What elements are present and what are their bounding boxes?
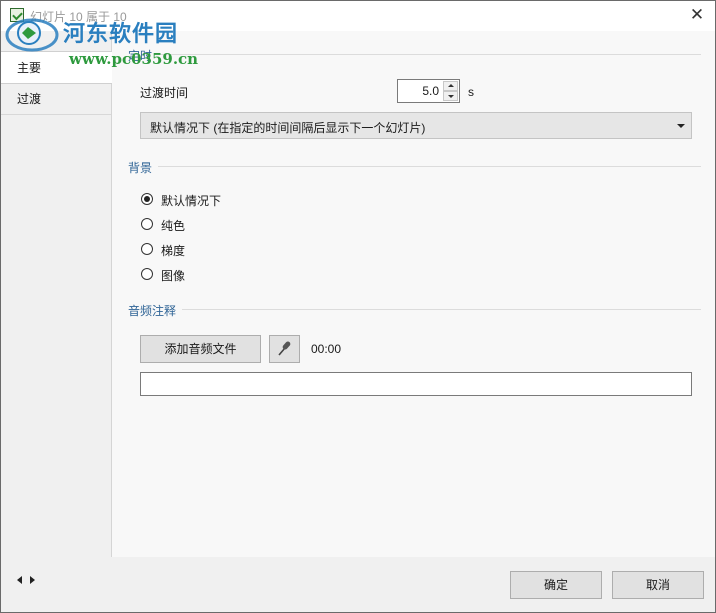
radio-default[interactable] xyxy=(141,193,153,205)
bg-option-gradient-label: 梯度 xyxy=(161,244,186,258)
timing-mode-select[interactable]: 默认情况下 (在指定的时间间隔后显示下一个幻灯片) xyxy=(140,112,692,139)
bg-option-solid-label: 纯色 xyxy=(161,219,186,233)
bg-option-default-label: 默认情况下 xyxy=(161,194,222,208)
transition-time-stepper[interactable]: 5.0 xyxy=(397,79,460,103)
record-audio-button[interactable] xyxy=(269,335,300,363)
background-divider xyxy=(158,166,701,167)
audio-time: 00:00 xyxy=(311,342,342,356)
sidebar-item-transition[interactable]: 过渡 xyxy=(1,84,111,115)
microphone-icon xyxy=(278,341,291,356)
transition-time-value[interactable]: 5.0 xyxy=(422,84,439,98)
chevron-down-icon xyxy=(677,124,685,128)
app-icon xyxy=(10,8,24,22)
stepper-down-icon[interactable] xyxy=(443,91,458,101)
audio-file-field[interactable] xyxy=(140,372,692,396)
next-slide-icon[interactable] xyxy=(30,576,35,584)
window-title: 幻灯片 10 属于 10 xyxy=(30,10,127,24)
transition-time-label: 过渡时间 xyxy=(140,86,189,100)
sidebar-item-main[interactable]: 主要 xyxy=(1,51,112,84)
background-section-title: 背景 xyxy=(128,161,153,175)
bg-option-image-label: 图像 xyxy=(161,269,186,283)
stepper-buttons xyxy=(443,81,458,101)
timing-divider xyxy=(158,54,701,55)
dialog-footer: 确定 取消 xyxy=(1,557,715,612)
radio-solid[interactable] xyxy=(141,218,153,230)
sidebar: 主要 过渡 xyxy=(1,31,112,557)
audio-divider xyxy=(182,309,701,310)
previous-slide-icon[interactable] xyxy=(17,576,22,584)
title-bar: 幻灯片 10 属于 10 ✕ xyxy=(1,1,715,31)
stepper-up-icon[interactable] xyxy=(443,81,458,91)
close-button[interactable]: ✕ xyxy=(687,5,707,25)
timing-mode-value: 默认情况下 (在指定的时间间隔后显示下一个幻灯片) xyxy=(150,121,426,135)
timing-section-title: 定时 xyxy=(128,49,153,63)
slide-properties-dialog: 幻灯片 10 属于 10 ✕ 主要 过渡 定时 过渡时间 5.0 s 默认情况下… xyxy=(0,0,716,613)
radio-gradient[interactable] xyxy=(141,243,153,255)
ok-button[interactable]: 确定 xyxy=(510,571,602,599)
seconds-unit-label: s xyxy=(468,85,474,99)
add-audio-file-button[interactable]: 添加音频文件 xyxy=(140,335,261,363)
main-panel: 定时 过渡时间 5.0 s 默认情况下 (在指定的时间间隔后显示下一个幻灯片) … xyxy=(112,31,715,557)
cancel-button[interactable]: 取消 xyxy=(612,571,704,599)
radio-image[interactable] xyxy=(141,268,153,280)
audio-section-title: 音频注释 xyxy=(128,304,177,318)
